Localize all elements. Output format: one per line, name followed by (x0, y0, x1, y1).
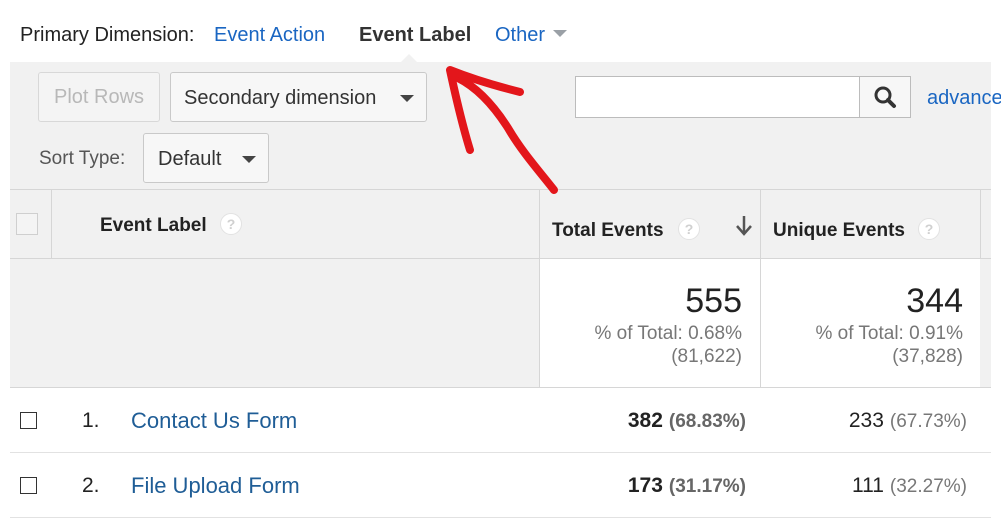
help-icon[interactable]: ? (918, 218, 940, 240)
total-events-total: 555 (685, 282, 742, 320)
total-events-site-total: (81,622) (671, 346, 742, 367)
secondary-dimension-dropdown[interactable]: Secondary dimension (170, 72, 427, 122)
column-header-total-events[interactable]: Total Events (552, 220, 664, 242)
primary-dimension-label: Primary Dimension: (20, 24, 195, 46)
sort-type-dropdown[interactable]: Default (143, 133, 269, 183)
chevron-down-icon (553, 30, 568, 38)
unique-events-pct: (32.27%) (889, 476, 967, 497)
row-divider (10, 452, 991, 453)
sort-type-label: Sort Type: (39, 148, 126, 169)
row-number: 1. (82, 409, 100, 432)
total-events-pct: (31.17%) (668, 476, 746, 497)
total-events-cell: 382 (68.83%) (540, 409, 746, 433)
dimension-event-label-active[interactable]: Event Label (359, 24, 471, 47)
data-table: Event Label ? Total Events ? Unique Even… (10, 189, 991, 532)
unique-events-value: 233 (848, 409, 884, 432)
total-events-cell: 173 (31.17%) (540, 474, 746, 498)
event-label-link[interactable]: File Upload Form (131, 473, 300, 499)
select-all-checkbox[interactable] (16, 213, 38, 235)
help-icon[interactable]: ? (678, 218, 700, 240)
plot-rows-button[interactable]: Plot Rows (38, 72, 160, 122)
chevron-down-icon (242, 156, 256, 163)
total-events-value: 382 (627, 409, 663, 432)
unique-events-total: 344 (906, 282, 963, 320)
total-events-pct: (68.83%) (668, 411, 746, 432)
sort-descending-arrow-icon[interactable] (734, 214, 754, 238)
unique-events-pct: (67.73%) (889, 411, 967, 432)
row-divider (10, 517, 991, 518)
dimension-other-dropdown[interactable]: Other (495, 24, 568, 47)
unique-events-site-total: (37,828) (892, 346, 963, 367)
sort-type-value: Default (158, 148, 222, 170)
report-toolbar: Plot Rows Secondary dimension advanced S… (10, 62, 1001, 189)
primary-dimension-bar: Primary Dimension: Event Action Event La… (0, 0, 1001, 62)
table-header: Event Label ? Total Events ? Unique Even… (10, 189, 991, 259)
column-header-event-label[interactable]: Event Label (100, 215, 207, 237)
row-divider (10, 387, 991, 388)
unique-events-pct-of-total: % of Total: 0.91% (815, 323, 963, 344)
totals-row-edge (980, 259, 991, 388)
event-label-link[interactable]: Contact Us Form (131, 408, 297, 434)
secondary-dimension-label: Secondary dimension (184, 87, 377, 109)
row-checkbox[interactable] (20, 412, 37, 429)
unique-events-value: 111 (851, 474, 884, 497)
row-number: 2. (82, 474, 100, 497)
unique-events-cell: 111 (32.27%) (761, 474, 967, 498)
total-events-pct-of-total: % of Total: 0.68% (594, 323, 742, 344)
row-checkbox[interactable] (20, 477, 37, 494)
help-icon[interactable]: ? (220, 213, 242, 235)
chevron-down-icon (400, 95, 414, 102)
total-events-value: 173 (627, 474, 663, 497)
unique-events-cell: 233 (67.73%) (761, 409, 967, 433)
totals-row-label-cell (10, 259, 539, 388)
search-input[interactable] (575, 76, 861, 118)
column-divider (51, 189, 52, 259)
column-header-unique-events[interactable]: Unique Events (773, 220, 905, 242)
dimension-event-action-link[interactable]: Event Action (214, 24, 325, 47)
active-tab-notch (400, 54, 418, 63)
search-button[interactable] (859, 76, 911, 118)
search-icon (874, 86, 896, 108)
dimension-other-label: Other (495, 24, 546, 46)
advanced-filter-link[interactable]: advanced (927, 87, 1001, 110)
